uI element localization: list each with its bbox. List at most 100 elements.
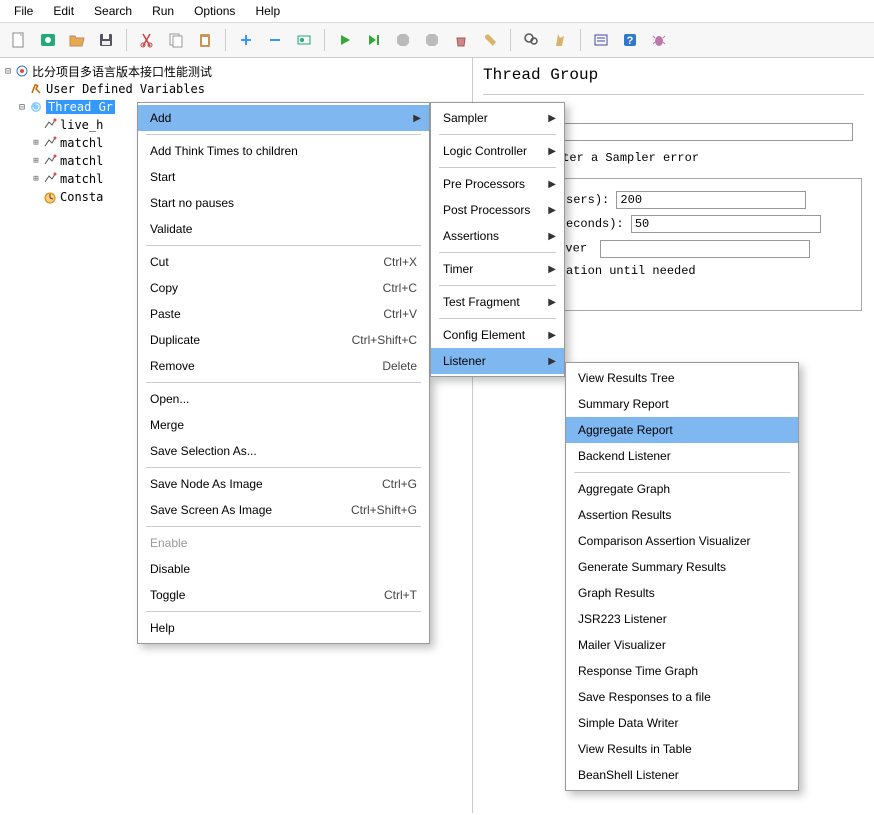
menu-item[interactable]: Comparison Assertion Visualizer bbox=[566, 528, 798, 554]
menu-item-label: Enable bbox=[150, 536, 417, 550]
menu-separator bbox=[146, 245, 421, 246]
menu-item[interactable]: Graph Results bbox=[566, 580, 798, 606]
menu-item[interactable]: Listener▶ bbox=[431, 348, 564, 374]
paste-icon[interactable] bbox=[192, 27, 218, 53]
tree-toggle-icon[interactable]: ⊞ bbox=[30, 138, 42, 148]
menu-search[interactable]: Search bbox=[84, 2, 142, 20]
menu-item[interactable]: Post Processors▶ bbox=[431, 197, 564, 223]
toolbar-separator bbox=[126, 29, 127, 51]
collapse-icon[interactable] bbox=[262, 27, 288, 53]
menu-item[interactable]: Help bbox=[138, 615, 429, 641]
menu-item[interactable]: CutCtrl+X bbox=[138, 249, 429, 275]
menu-item[interactable]: JSR223 Listener bbox=[566, 606, 798, 632]
toggle-icon[interactable] bbox=[291, 27, 317, 53]
menu-item[interactable]: Simple Data Writer bbox=[566, 710, 798, 736]
stop-icon[interactable] bbox=[390, 27, 416, 53]
menu-item[interactable]: DuplicateCtrl+Shift+C bbox=[138, 327, 429, 353]
context-submenu-add: Sampler▶ Logic Controller▶ Pre Processors▶… bbox=[430, 102, 565, 377]
menu-item-label: Save Selection As... bbox=[150, 444, 417, 458]
tree-root[interactable]: ⊟ 比分项目多语言版本接口性能测试 bbox=[2, 62, 470, 80]
tree-udv[interactable]: User Defined Variables bbox=[2, 80, 470, 98]
submenu-arrow-icon: ▶ bbox=[548, 231, 556, 242]
loop-count-input[interactable] bbox=[600, 240, 810, 258]
tree-toggle-icon[interactable]: ⊟ bbox=[2, 66, 14, 77]
tree-toggle-icon[interactable]: ⊟ bbox=[16, 102, 28, 113]
help-icon[interactable]: ? bbox=[617, 27, 643, 53]
menu-item[interactable]: Mailer Visualizer bbox=[566, 632, 798, 658]
menu-item[interactable]: View Results Tree bbox=[566, 365, 798, 391]
menu-item[interactable]: BeanShell Listener bbox=[566, 762, 798, 788]
menu-item[interactable]: Add Think Times to children bbox=[138, 138, 429, 164]
menu-item[interactable]: Response Time Graph bbox=[566, 658, 798, 684]
menu-item[interactable]: Logic Controller▶ bbox=[431, 138, 564, 164]
reset-search-icon[interactable] bbox=[547, 27, 573, 53]
menu-run[interactable]: Run bbox=[142, 2, 184, 20]
menu-item: Enable bbox=[138, 530, 429, 556]
menu-item[interactable]: Sampler▶ bbox=[431, 105, 564, 131]
menu-item[interactable]: Aggregate Graph bbox=[566, 476, 798, 502]
menu-item[interactable]: Start bbox=[138, 164, 429, 190]
menu-item[interactable]: View Results in Table bbox=[566, 736, 798, 762]
menu-item[interactable]: Save Selection As... bbox=[138, 438, 429, 464]
menu-edit[interactable]: Edit bbox=[43, 2, 84, 20]
menu-item[interactable]: Save Responses to a file bbox=[566, 684, 798, 710]
submenu-arrow-icon: ▶ bbox=[548, 146, 556, 157]
menu-item[interactable]: ToggleCtrl+T bbox=[138, 582, 429, 608]
function-icon[interactable] bbox=[588, 27, 614, 53]
tree-toggle-icon[interactable]: ⊞ bbox=[30, 156, 42, 166]
clearall-icon[interactable] bbox=[477, 27, 503, 53]
new-icon[interactable] bbox=[6, 27, 32, 53]
menu-item[interactable]: Save Screen As ImageCtrl+Shift+G bbox=[138, 497, 429, 523]
menu-help[interactable]: Help bbox=[245, 2, 290, 20]
menu-item[interactable]: Test Fragment▶ bbox=[431, 289, 564, 315]
menu-item[interactable]: Generate Summary Results bbox=[566, 554, 798, 580]
threads-input[interactable] bbox=[616, 191, 806, 209]
menu-item[interactable]: CopyCtrl+C bbox=[138, 275, 429, 301]
menu-item[interactable]: RemoveDelete bbox=[138, 353, 429, 379]
menu-separator bbox=[439, 252, 556, 253]
menu-separator bbox=[439, 167, 556, 168]
copy-icon[interactable] bbox=[163, 27, 189, 53]
ramp-input[interactable] bbox=[631, 215, 821, 233]
menu-item-label: Copy bbox=[150, 281, 359, 295]
menu-item[interactable]: Open... bbox=[138, 386, 429, 412]
tree-toggle-icon[interactable]: ⊞ bbox=[30, 174, 42, 184]
menu-item[interactable]: Add▶ bbox=[138, 105, 429, 131]
menu-item-label: Toggle bbox=[150, 588, 360, 602]
bug-icon[interactable] bbox=[646, 27, 672, 53]
tree-label: live_h bbox=[60, 118, 103, 132]
search-icon[interactable] bbox=[518, 27, 544, 53]
shutdown-icon[interactable] bbox=[419, 27, 445, 53]
menu-item[interactable]: Assertions▶ bbox=[431, 223, 564, 249]
menu-item-label: Aggregate Report bbox=[578, 423, 786, 437]
start-noramp-icon[interactable] bbox=[361, 27, 387, 53]
menu-item[interactable]: Merge bbox=[138, 412, 429, 438]
start-icon[interactable] bbox=[332, 27, 358, 53]
menu-item[interactable]: Start no pauses bbox=[138, 190, 429, 216]
menu-item[interactable]: Validate bbox=[138, 216, 429, 242]
testplan-icon bbox=[14, 63, 30, 79]
toolbar-separator bbox=[324, 29, 325, 51]
templates-icon[interactable] bbox=[35, 27, 61, 53]
menu-options[interactable]: Options bbox=[184, 2, 245, 20]
menu-item-label: Save Node As Image bbox=[150, 477, 358, 491]
menu-file[interactable]: File bbox=[4, 2, 43, 20]
menu-item[interactable]: Save Node As ImageCtrl+G bbox=[138, 471, 429, 497]
menu-item-label: Simple Data Writer bbox=[578, 716, 786, 730]
expand-icon[interactable] bbox=[233, 27, 259, 53]
menu-item[interactable]: Disable bbox=[138, 556, 429, 582]
save-icon[interactable] bbox=[93, 27, 119, 53]
open-icon[interactable] bbox=[64, 27, 90, 53]
menu-item[interactable]: Pre Processors▶ bbox=[431, 171, 564, 197]
cut-icon[interactable] bbox=[134, 27, 160, 53]
menu-item[interactable]: Backend Listener bbox=[566, 443, 798, 469]
menu-item[interactable]: Config Element▶ bbox=[431, 322, 564, 348]
menu-item[interactable]: PasteCtrl+V bbox=[138, 301, 429, 327]
menu-item[interactable]: Timer▶ bbox=[431, 256, 564, 282]
sampler-icon bbox=[42, 117, 58, 133]
menu-item[interactable]: Summary Report bbox=[566, 391, 798, 417]
menu-item[interactable]: Aggregate Report bbox=[566, 417, 798, 443]
menu-shortcut: Ctrl+Shift+G bbox=[351, 503, 417, 517]
menu-item[interactable]: Assertion Results bbox=[566, 502, 798, 528]
clear-icon[interactable] bbox=[448, 27, 474, 53]
